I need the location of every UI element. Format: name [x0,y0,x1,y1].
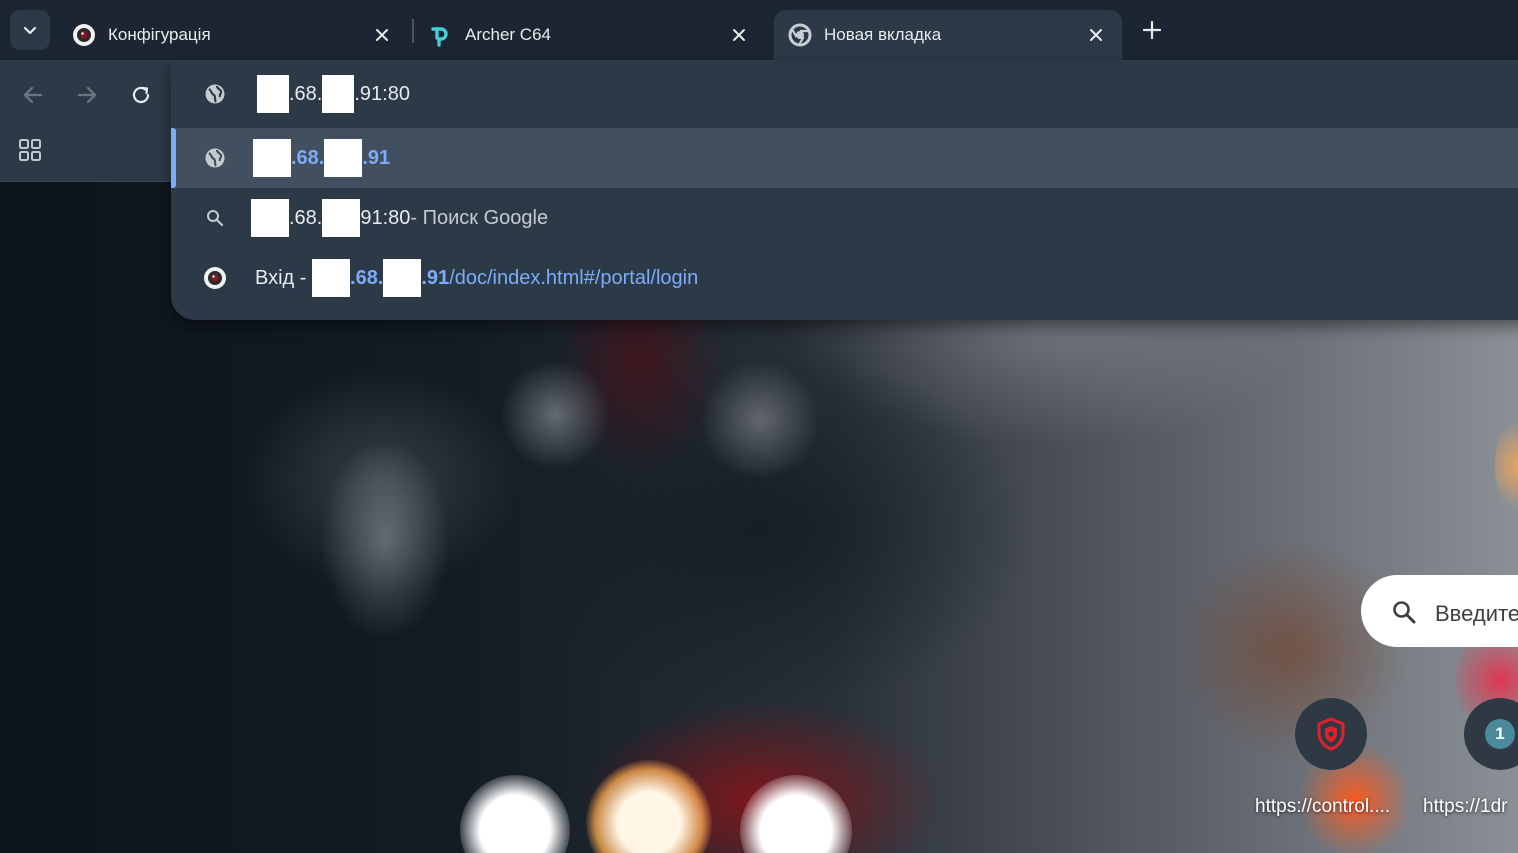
camera-icon [72,23,96,47]
redacted-block [312,259,351,297]
redacted-block [253,139,291,177]
suggestion-text: .68. [289,206,323,229]
shortcut-tile[interactable]: 1 https://1dr [1423,698,1518,828]
redacted-block [322,75,355,113]
plus-icon [1143,21,1161,39]
omnibox-suggestion[interactable]: Вхід - .68. .91/doc/index.html#/portal/lo… [171,248,1518,308]
suggestion-text: .91:80 [354,82,410,105]
shield-icon [1317,717,1345,751]
suggestion-url: .68. [350,266,384,289]
globe-icon [203,146,227,170]
back-button[interactable] [15,77,51,113]
shortcut-label: https://1dr [1423,796,1508,817]
chrome-icon [788,23,812,47]
tab-strip: Конфігурація Archer C64 Новая вкладка [0,0,1518,60]
redacted-block [383,259,422,297]
shortcut-tile[interactable]: https://control.... [1255,698,1415,828]
redacted-block [257,75,289,113]
arrow-right-icon [77,86,97,104]
new-tab-button[interactable] [1138,16,1166,44]
suggestion-text: .68. [289,82,323,105]
tab-title: Новая вкладка [824,25,942,44]
forward-button[interactable] [69,77,105,113]
camera-icon [203,266,227,290]
suggestion-url: .68. [291,146,325,169]
search-icon [1393,601,1416,624]
shortcut-icon-circle: 1 [1464,698,1518,770]
suggestion-url: .91 [421,266,450,289]
redacted-block [251,199,289,237]
tab-search-button[interactable] [10,10,50,50]
badge-number: 1 [1495,724,1505,743]
suggestion-description: - Поиск Google [410,206,549,229]
shortcut-icon-circle [1295,698,1367,770]
selection-indicator [171,128,176,188]
ntp-search-placeholder: Введите [1435,601,1518,626]
tab-title: Archer C64 [465,25,551,44]
suggestion-title: Вхід - [255,266,313,289]
apps-grid-icon [19,139,41,161]
shortcut-label: https://control.... [1255,796,1391,817]
ntp-search-box[interactable]: Введите [1361,575,1518,647]
tab-separator [412,19,414,43]
omnibox-suggestion[interactable]: .68. .91:80 [171,64,1518,124]
omnibox-suggestion[interactable]: .68. 91:80 - Поиск Google [171,188,1518,248]
toolbar-divider [0,181,172,182]
tab-new-tab[interactable]: Новая вкладка [774,10,1122,60]
redacted-block [322,199,361,237]
chevron-down-icon [23,26,37,35]
tplink-icon [429,23,453,47]
search-icon [203,206,227,230]
suggestion-url: .91 [362,146,391,169]
badge-1-icon: 1 [1485,719,1515,749]
tab-archer-c64[interactable]: Archer C64 [415,10,765,60]
close-icon[interactable] [727,23,751,47]
globe-icon [203,82,227,106]
redacted-block [324,139,363,177]
suggestion-url-path: /doc/index.html#/portal/login [449,266,699,289]
close-icon[interactable] [370,23,394,47]
tab-configuration[interactable]: Конфігурація [58,10,408,60]
reload-button[interactable] [123,77,159,113]
arrow-left-icon [23,86,43,104]
omnibox-dropdown: .68. .91:80 .68. .91 .68. 91:80 - Поиск Goo… [171,60,1518,320]
suggestion-text: 91:80 [360,206,411,229]
reload-icon [132,86,150,104]
apps-button[interactable] [12,132,48,168]
close-icon[interactable] [1084,23,1108,47]
omnibox-suggestion-selected[interactable]: .68. .91 [171,128,1518,188]
tab-title: Конфігурація [108,25,211,44]
